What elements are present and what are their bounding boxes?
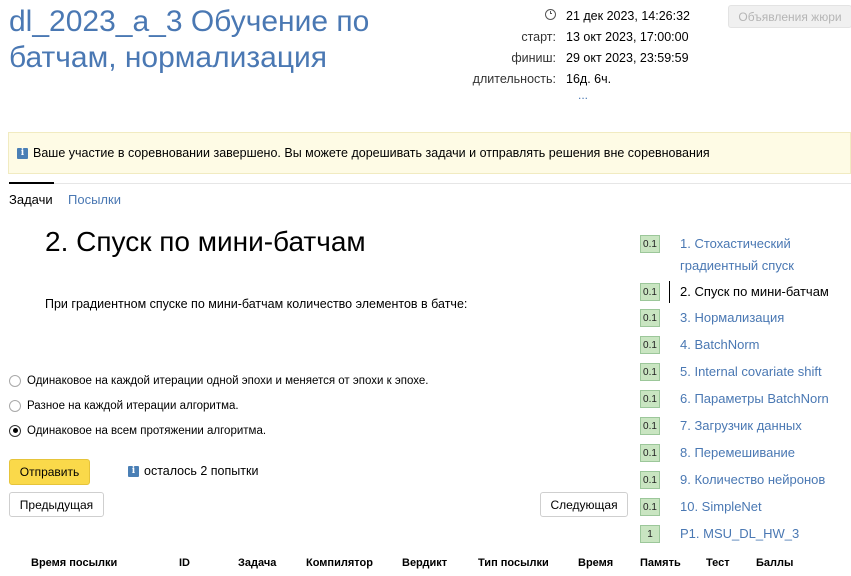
column-header: Баллы [756,557,794,569]
problem-link[interactable]: 10. SimpleNet [680,496,850,518]
participation-notice: i Ваше участие в соревновании завершено.… [8,132,851,174]
info-icon: i [17,147,28,159]
score-badge: 0.1 [640,390,660,408]
option-label: Одинаковое на каждой итерации одной эпох… [27,374,429,387]
radio-button[interactable] [9,374,21,387]
attempts-text: осталось 2 попытки [144,464,259,478]
jury-announcements-button[interactable]: Объявления жюри [728,5,851,28]
problem-link[interactable]: 9. Количество нейронов [680,469,850,491]
previous-problem-button[interactable]: Предыдущая [9,492,104,517]
radio-button[interactable] [9,399,21,412]
score-badge: 0.1 [640,309,660,327]
column-header: Память [640,557,681,569]
column-header: Тест [706,557,730,569]
active-tab-indicator [9,182,54,184]
attempts-remaining: i осталось 2 попытки [128,464,258,478]
score-badge: 0.1 [640,363,660,381]
score-badge: 0.1 [640,235,660,253]
finish-label: финиш: [511,50,556,65]
tab-problems[interactable]: Задачи [9,192,53,207]
info-icon: i [128,465,139,477]
score-badge: 0.1 [640,444,660,462]
problem-link[interactable]: 1. Стохастический градиентный спуск [680,233,850,277]
column-header: ID [179,557,190,569]
score-badge: 0.1 [640,283,660,301]
score-badge: 0.1 [640,417,660,435]
duration-label: длительность: [472,71,556,86]
answer-option[interactable]: Одинаковое на каждой итерации одной эпох… [9,368,428,393]
column-header: Тип посылки [478,557,549,569]
problem-link[interactable]: 7. Загрузчик данных [680,415,850,437]
duration-row: длительность: 16д. 6ч. [470,68,720,89]
column-header: Задача [238,557,277,569]
answer-option[interactable]: Одинаковое на всем протяжении алгоритма. [9,418,428,443]
start-label: старт: [521,29,556,44]
current-problem-indicator [669,281,670,303]
finish-value: 29 окт 2023, 23:59:59 [566,50,689,65]
column-header: Время [578,557,614,569]
finish-row: финиш: 29 окт 2023, 23:59:59 [470,47,720,68]
contest-title: dl_2023_a_3 Обучение по батчам, нормализ… [9,5,370,74]
next-problem-button[interactable]: Следующая [540,492,628,517]
duration-value: 16д. 6ч. [566,71,612,86]
current-time: 21 дек 2023, 14:26:32 [566,8,690,23]
submit-button[interactable]: Отправить [9,459,90,485]
start-value: 13 окт 2023, 17:00:00 [566,29,689,44]
problem-link[interactable]: 4. BatchNorm [680,334,850,356]
option-label: Разное на каждой итерации алгоритма. [27,399,239,412]
start-row: старт: 13 окт 2023, 17:00:00 [470,26,720,47]
problem-link[interactable]: 2. Спуск по мини-батчам [680,281,850,303]
tab-submissions[interactable]: Посылки [68,192,121,207]
problem-link[interactable]: 3. Нормализация [680,307,850,329]
problem-link[interactable]: P1. MSU_DL_HW_3 [680,523,850,545]
current-time-row: 21 дек 2023, 14:26:32 [470,5,720,26]
column-header: Компилятор [306,557,373,569]
problem-link[interactable]: 5. Internal covariate shift [680,361,850,383]
problem-title: 2. Спуск по мини-батчам [45,226,366,257]
score-badge: 1 [640,525,660,543]
more-meta-link[interactable]: ... [578,88,588,102]
tabs-divider [9,183,851,184]
radio-button-selected[interactable] [9,424,21,437]
answer-option[interactable]: Разное на каждой итерации алгоритма. [9,393,428,418]
column-header: Вердикт [402,557,448,569]
notice-text: Ваше участие в соревновании завершено. В… [33,146,710,160]
score-badge: 0.1 [640,471,660,489]
contest-meta: 21 дек 2023, 14:26:32 старт: 13 окт 2023… [470,5,720,89]
score-badge: 0.1 [640,336,660,354]
clock-icon [545,8,556,20]
score-badge: 0.1 [640,498,660,516]
option-label: Одинаковое на всем протяжении алгоритма. [27,424,267,437]
problem-link[interactable]: 6. Параметры BatchNorn [680,388,850,410]
column-header: Время посылки [31,557,118,569]
answer-options: Одинаковое на каждой итерации одной эпох… [9,368,428,443]
problem-statement: При градиентном спуске по мини-батчам ко… [45,297,468,311]
problem-link[interactable]: 8. Перемешивание [680,442,850,464]
